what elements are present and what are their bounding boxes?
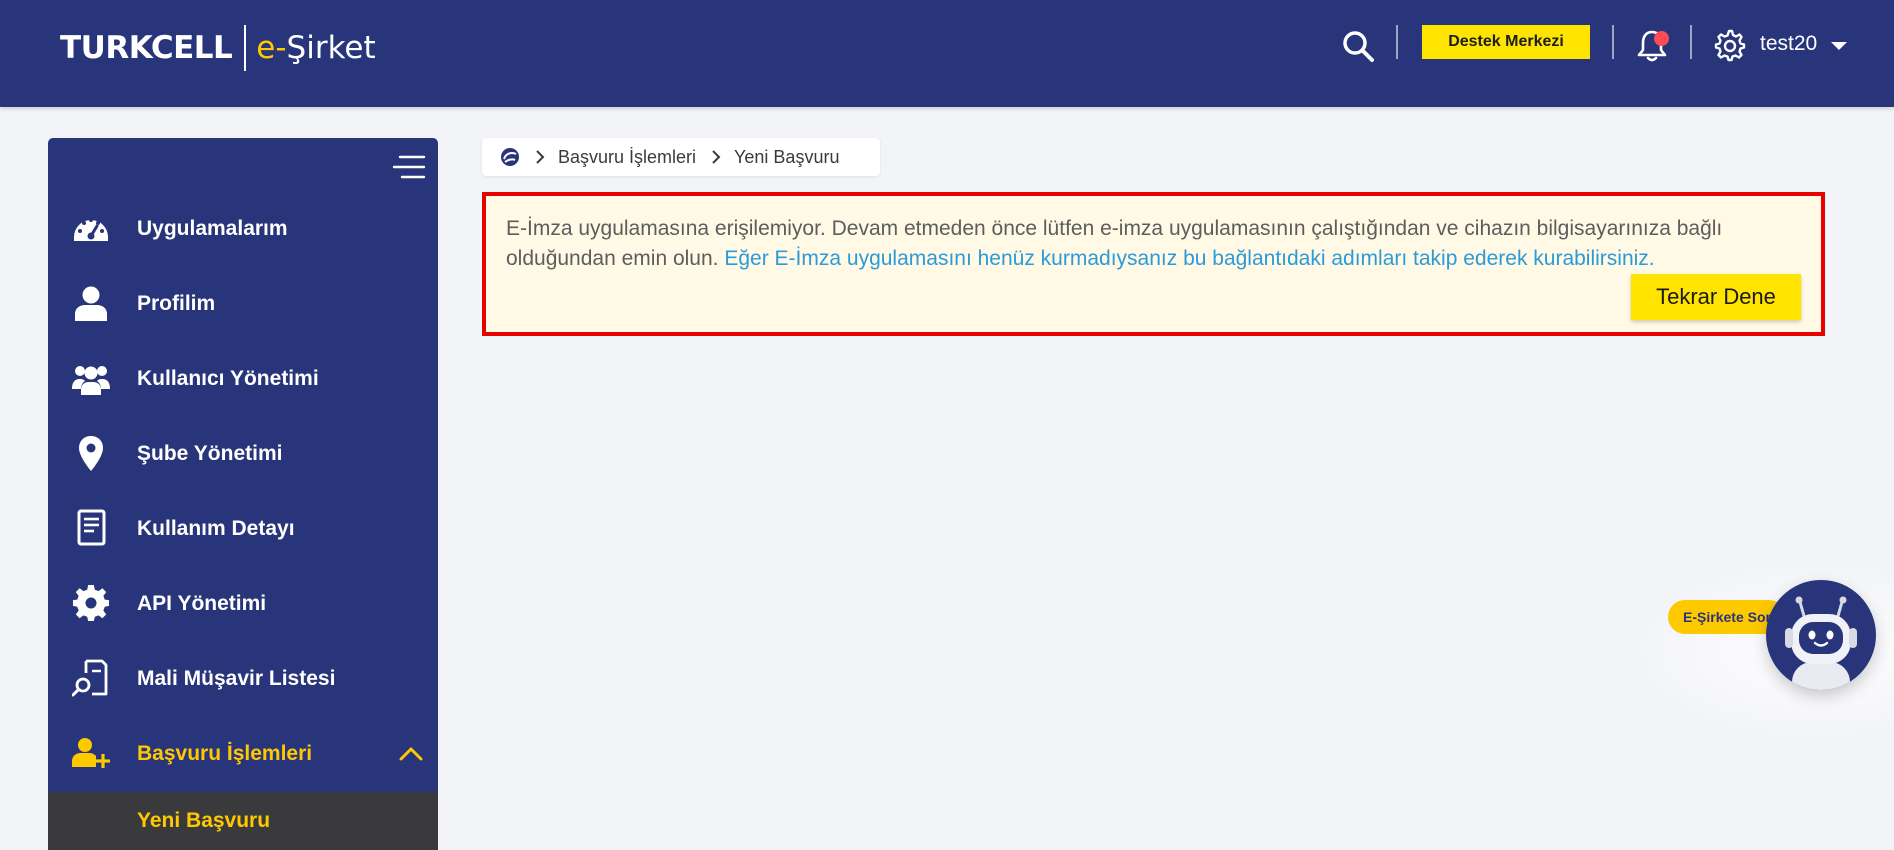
logo-brand: TURKCELL <box>60 30 233 66</box>
sidebar-item-label: Kullanıcı Yönetimi <box>137 367 319 390</box>
notification-badge <box>1654 31 1669 46</box>
sidebar-item-label: Şube Yönetimi <box>137 442 283 465</box>
speedometer-icon <box>74 218 108 241</box>
chatbot-avatar-button[interactable] <box>1766 580 1876 690</box>
logo-product-name: Şirket <box>286 30 376 66</box>
header-divider <box>1690 25 1692 59</box>
sidebar-nav: Uygulamalarım Profilim Kullanıcı Yönetim… <box>48 138 438 850</box>
document-icon <box>77 509 106 546</box>
username-label: test20 <box>1760 32 1818 55</box>
sidebar-item-branch-management[interactable]: Şube Yönetimi <box>48 416 438 491</box>
menu-toggle-icon[interactable] <box>392 152 426 182</box>
sidebar-item-usage-details[interactable]: Kullanım Detayı <box>48 491 438 566</box>
support-center-button[interactable]: Destek Merkezi <box>1422 25 1590 59</box>
sidebar-item-label: Kullanım Detayı <box>137 517 295 540</box>
retry-button[interactable]: Tekrar Dene <box>1631 274 1801 320</box>
breadcrumb-current: Yeni Başvuru <box>734 146 840 167</box>
top-header: TURKCELL e- Şirket Destek Merkezi test20 <box>0 0 1894 107</box>
sidebar-subitem-label: Yeni Başvuru <box>137 809 271 832</box>
sidebar-item-label: Başvuru İşlemleri <box>137 742 313 765</box>
chevron-right-icon <box>536 150 545 164</box>
settings-gear-icon[interactable] <box>1712 28 1746 62</box>
logo-product-prefix: e- <box>256 30 287 66</box>
sidebar-item-api-management[interactable]: API Yönetimi <box>48 566 438 641</box>
sidebar-item-label: Mali Müşavir Listesi <box>137 667 336 690</box>
sidebar-item-apps[interactable]: Uygulamalarım <box>48 191 438 266</box>
search-icon[interactable] <box>1340 28 1376 64</box>
location-pin-icon <box>79 436 103 471</box>
turkcell-e-sirket-logo[interactable]: TURKCELL e- Şirket <box>60 24 376 72</box>
sidebar-item-accountant-list[interactable]: Mali Müşavir Listesi <box>48 641 438 716</box>
chevron-up-icon[interactable] <box>398 741 424 767</box>
user-icon <box>75 286 107 321</box>
users-group-icon <box>72 366 110 395</box>
logo-separator <box>244 25 247 71</box>
e-signature-warning-alert: E-İmza uygulamasına erişilemiyor. Devam … <box>482 192 1825 336</box>
robot-icon <box>1785 596 1857 690</box>
header-divider <box>1396 25 1398 59</box>
chevron-down-icon <box>1831 41 1848 50</box>
alert-text: E-İmza uygulamasına erişilemiyor. Devam … <box>506 214 1806 274</box>
sidebar-item-label: API Yönetimi <box>137 592 267 615</box>
user-add-icon <box>72 738 110 768</box>
sidebar-item-label: Profilim <box>137 292 216 315</box>
sidebar-item-label: Uygulamalarım <box>137 217 288 240</box>
sidebar-item-profile[interactable]: Profilim <box>48 266 438 341</box>
sidebar-item-applications[interactable]: Başvuru İşlemleri <box>48 716 438 791</box>
install-guide-link[interactable]: Eğer E-İmza uygulamasını henüz kurmadıys… <box>724 247 1654 270</box>
breadcrumb: Başvuru İşlemleri Yeni Başvuru <box>482 138 880 176</box>
document-search-icon <box>72 659 108 697</box>
sidebar-subitem-new-application[interactable]: Yeni Başvuru <box>48 792 438 850</box>
user-menu-dropdown[interactable]: test20 <box>1760 26 1848 62</box>
chevron-right-icon <box>712 150 721 164</box>
sidebar-item-user-management[interactable]: Kullanıcı Yönetimi <box>48 341 438 416</box>
gear-icon <box>72 584 110 622</box>
header-divider <box>1612 25 1614 59</box>
turkcell-home-icon[interactable] <box>500 147 520 167</box>
breadcrumb-link-applications[interactable]: Başvuru İşlemleri <box>558 147 696 168</box>
